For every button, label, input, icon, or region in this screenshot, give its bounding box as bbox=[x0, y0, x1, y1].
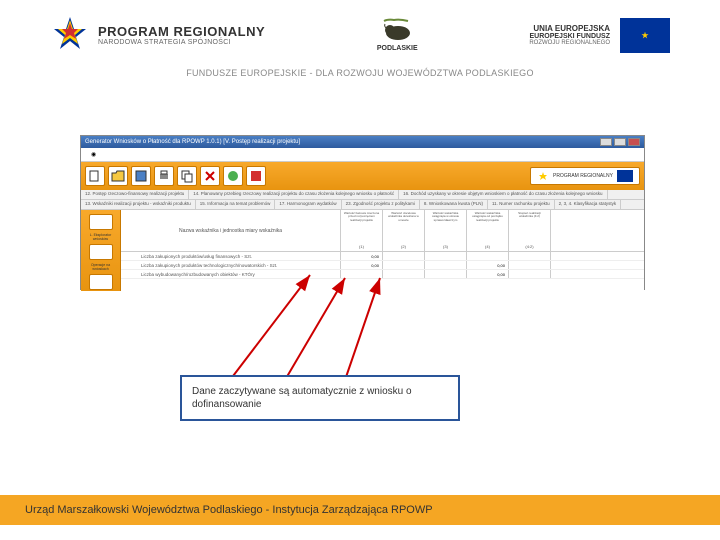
program-star-icon bbox=[50, 15, 90, 55]
logo-center-text: PODLASKIE bbox=[377, 45, 418, 52]
header-logo-bar: PROGRAM REGIONALNY NARODOWA STRATEGIA SP… bbox=[0, 0, 720, 60]
logo-left-title: PROGRAM REGIONALNY bbox=[98, 24, 265, 39]
tab-17[interactable]: 17. Harmonogram wydatków bbox=[275, 200, 341, 209]
ribbon-menu: ◉ bbox=[81, 148, 644, 162]
toolbar-program-badge: PROGRAM REGIONALNY bbox=[530, 167, 640, 185]
logo-left-subtitle: NARODOWA STRATEGIA SPÓJNOŚCI bbox=[98, 39, 265, 46]
table-row[interactable]: Liczba wybudowanych/rozbudowanych obiekt… bbox=[121, 270, 644, 279]
tab-23[interactable]: 23. Zgodność projektu z politykami bbox=[342, 200, 420, 209]
callout-text: Dane zaczytywane są automatycznie z wnio… bbox=[192, 385, 448, 411]
logo-right-sub1: EUROPEJSKI FUNDUSZ bbox=[529, 33, 610, 40]
titlebar[interactable]: Generator Wniosków o Płatność dla RPOWP … bbox=[81, 136, 644, 148]
logo-podlaskie: PODLASKIE bbox=[377, 18, 418, 52]
tool-save-icon[interactable] bbox=[131, 166, 151, 186]
ribbon-home-icon[interactable]: ◉ bbox=[85, 151, 102, 158]
window-title: Generator Wniosków o Płatność dla RPOWP … bbox=[85, 139, 300, 145]
th-col-3: Wartość wskaźnika osiągnięta w okresie s… bbox=[425, 210, 467, 251]
logo-right-sub2: ROZWOJU REGIONALNEGO bbox=[529, 40, 610, 46]
logo-program-regionalny: PROGRAM REGIONALNY NARODOWA STRATEGIA SP… bbox=[50, 15, 265, 55]
tab-11[interactable]: 11. Numer rachunku projektu bbox=[488, 200, 555, 209]
logo-eu: UNIA EUROPEJSKA EUROPEJSKI FUNDUSZ ROZWO… bbox=[529, 18, 670, 53]
tab-12[interactable]: 12. Postęp rzeczowo-finansowy realizacji… bbox=[81, 190, 189, 199]
table-row[interactable]: Liczba zakupionych produktów technologic… bbox=[121, 261, 644, 270]
sidebar-browser-label: L. Eksplorator wniosków bbox=[81, 233, 120, 241]
bison-icon bbox=[380, 18, 415, 43]
eu-flag-icon: ⋆ bbox=[620, 18, 670, 53]
tool-new-icon[interactable] bbox=[85, 166, 105, 186]
tool-open-icon[interactable] bbox=[108, 166, 128, 186]
th-indicator-name: Nazwa wskaźnika i jednostka miary wskaźn… bbox=[121, 210, 341, 251]
tab-8[interactable]: 8. Wnioskowana kwota (PLN) bbox=[420, 200, 488, 209]
left-sidebar: L. Eksplorator wniosków Operacje na wnio… bbox=[81, 210, 121, 291]
content-area: L. Eksplorator wniosków Operacje na wnio… bbox=[81, 210, 644, 291]
th-col-2: Wartość docelowa wskaźnika określona w u… bbox=[383, 210, 425, 251]
table-header: Nazwa wskaźnika i jednostka miary wskaźn… bbox=[121, 210, 644, 252]
sidebar-ops-label: Operacje na wnioskach bbox=[81, 263, 120, 271]
tool-export-icon[interactable] bbox=[246, 166, 266, 186]
tool-print-icon[interactable] bbox=[154, 166, 174, 186]
annotation-callout: Dane zaczytywane są automatycznie z wnio… bbox=[180, 375, 460, 421]
tab-15[interactable]: 15. Informacja na temat problemów bbox=[196, 200, 276, 209]
th-col-4: Wartość wskaźnika osiągnięta od początku… bbox=[467, 210, 509, 251]
tool-copy-icon[interactable] bbox=[177, 166, 197, 186]
logo-right-title: UNIA EUROPEJSKA bbox=[533, 24, 610, 33]
sidebar-browser-icon[interactable] bbox=[89, 244, 113, 260]
indicators-table: Nazwa wskaźnika i jednostka miary wskaźn… bbox=[121, 210, 644, 291]
main-toolbar: PROGRAM REGIONALNY bbox=[81, 162, 644, 190]
footer-text: Urząd Marszałkowski Województwa Podlaski… bbox=[25, 504, 433, 516]
tool-delete-icon[interactable] bbox=[200, 166, 220, 186]
sidebar-expand-icon[interactable] bbox=[89, 214, 113, 230]
application-window: Generator Wniosków o Płatność dla RPOWP … bbox=[80, 135, 645, 290]
close-button[interactable] bbox=[628, 138, 640, 146]
header-subtitle: FUNDUSZE EUROPEJSKIE - DLA ROZWOJU WOJEW… bbox=[0, 68, 720, 78]
minimize-button[interactable] bbox=[600, 138, 612, 146]
table-row[interactable]: Liczba zakupionych produktów/usług finan… bbox=[121, 252, 644, 261]
th-col-5: Stopień realizacji wskaźnika (4:2)(4:2) bbox=[509, 210, 551, 251]
tab-234[interactable]: 2, 3, 4. Klasyfikacja statystyk bbox=[555, 200, 622, 209]
footer-bar: Urząd Marszałkowski Województwa Podlaski… bbox=[0, 495, 720, 525]
mini-star-icon bbox=[537, 170, 549, 182]
section-tabs-row2: 13. Wskaźniki realizacji projektu - wska… bbox=[81, 200, 644, 210]
tab-16[interactable]: 16. Dochód uzyskany w okresie objętym wn… bbox=[399, 190, 607, 199]
tool-validate-icon[interactable] bbox=[223, 166, 243, 186]
tab-14[interactable]: 14. Planowany przebieg rzeczowy realizac… bbox=[189, 190, 399, 199]
th-col-1: Wartość bazowa mierzona przed rozpoczęci… bbox=[341, 210, 383, 251]
maximize-button[interactable] bbox=[614, 138, 626, 146]
tab-13[interactable]: 13. Wskaźniki realizacji projektu - wska… bbox=[81, 200, 196, 209]
mini-eu-flag-icon bbox=[617, 170, 633, 182]
section-tabs-row1: 12. Postęp rzeczowo-finansowy realizacji… bbox=[81, 190, 644, 200]
sidebar-ops-icon[interactable] bbox=[89, 274, 113, 290]
